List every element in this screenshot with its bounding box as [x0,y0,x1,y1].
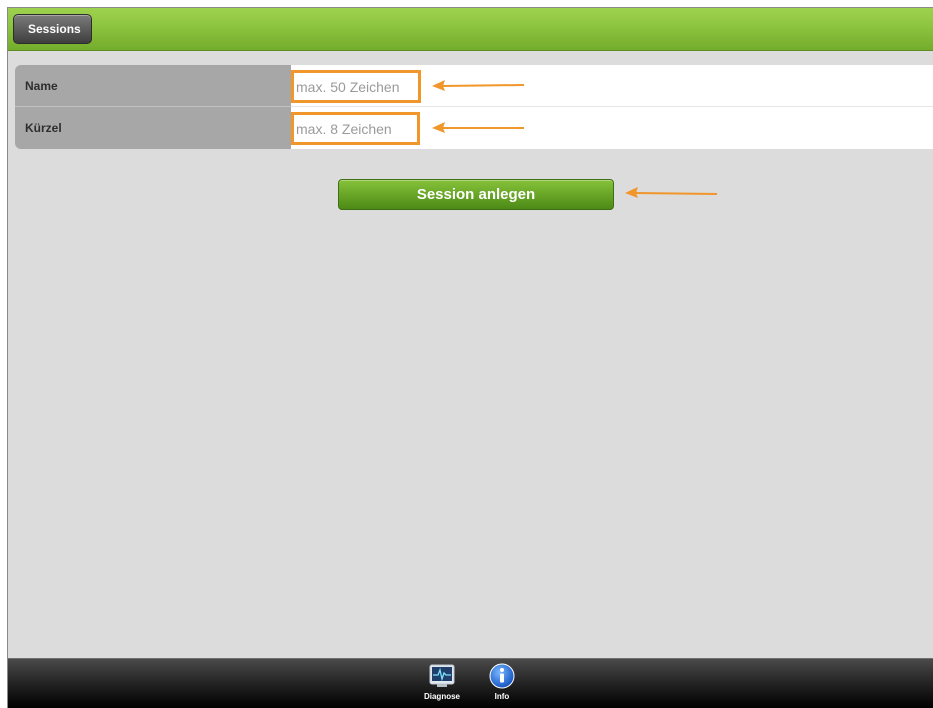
session-form: Name Kürzel [15,65,933,149]
kuerzel-input-cell [291,107,933,149]
back-button-label: Sessions [28,22,81,36]
bottom-tab-bar: Diagnose Info [8,658,933,708]
info-icon [489,663,515,689]
arrow-left-icon [432,80,525,91]
arrow-left-icon [625,187,718,198]
name-label: Name [15,65,291,107]
monitor-pulse-icon [429,664,455,687]
back-button-sessions[interactable]: Sessions [13,14,92,44]
name-input[interactable] [291,70,421,103]
kuerzel-input[interactable] [291,112,420,145]
name-input-cell [291,65,933,107]
form-row-kuerzel: Kürzel [15,107,933,149]
tab-info[interactable]: Info [476,663,528,707]
tab-info-label: Info [494,692,510,701]
app-frame: Sessions Name Kürzel Ses [7,7,933,708]
arrow-left-icon [432,122,524,133]
navigation-bar: Sessions [8,8,933,51]
kuerzel-label: Kürzel [15,107,291,149]
tab-diagnose[interactable]: Diagnose [416,663,468,707]
form-row-name: Name [15,65,933,107]
tab-diagnose-label: Diagnose [423,692,460,701]
create-session-button[interactable]: Session anlegen [338,179,614,210]
